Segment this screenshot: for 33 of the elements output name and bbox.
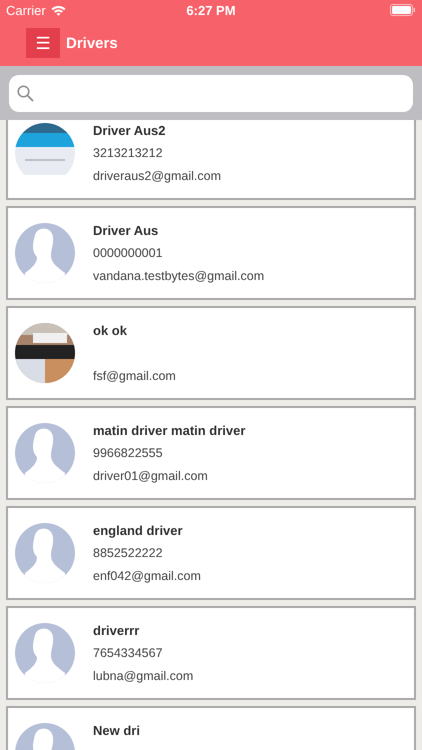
menu-button[interactable]: ☰ bbox=[26, 28, 60, 58]
driver-email: fsf@gmail.com bbox=[93, 368, 176, 385]
driver-card[interactable]: driverrr 7654334567 lubna@gmail.com bbox=[6, 606, 416, 700]
search-field[interactable] bbox=[9, 75, 413, 112]
driver-card[interactable]: New dri bbox=[6, 706, 416, 750]
carrier-label: Carrier bbox=[6, 2, 46, 18]
driver-email: vandana.testbytes@gmail.com bbox=[93, 268, 264, 285]
driver-name: driverrr bbox=[93, 622, 140, 639]
driver-card[interactable]: matin driver matin driver 9966822555 driver01@gmail.com bbox=[6, 406, 416, 500]
driver-email: lubna@gmail.com bbox=[93, 668, 194, 685]
page-title: Drivers bbox=[66, 34, 118, 52]
battery-icon bbox=[390, 4, 416, 16]
driver-name: Driver Aus bbox=[93, 222, 160, 239]
driver-name: england driver bbox=[93, 522, 184, 539]
driver-card[interactable]: Driver Aus 0000000001 vandana.testbytes@gmail.com bbox=[6, 206, 416, 300]
driver-card[interactable]: ok ok fsf@gmail.com bbox=[6, 306, 416, 400]
driver-phone: 8852522222 bbox=[93, 545, 164, 562]
driver-email: enf042@gmail.com bbox=[93, 568, 201, 585]
driver-name: Driver Aus2 bbox=[93, 122, 166, 139]
driver-phone: 3213213212 bbox=[93, 145, 164, 162]
status-time: 6:27 PM bbox=[186, 2, 236, 18]
driver-email: driver01@gmail.com bbox=[93, 468, 209, 485]
driver-email: driveraus2@gmail.com bbox=[93, 168, 222, 185]
driver-name: matin driver matin driver bbox=[93, 422, 246, 439]
driver-card[interactable]: Driver Aus2 3213213212 driveraus2@gmail.com bbox=[6, 120, 416, 200]
driver-name: New dri bbox=[93, 722, 140, 739]
search-icon bbox=[17, 85, 34, 102]
driver-card[interactable]: england driver 8852522222 enf042@gmail.com bbox=[6, 506, 416, 600]
wifi-icon bbox=[50, 4, 66, 16]
driver-name: ok ok bbox=[93, 322, 128, 339]
driver-phone: 7654334567 bbox=[93, 645, 164, 662]
driver-phone: 0000000001 bbox=[93, 245, 164, 262]
driver-phone: 9966822555 bbox=[93, 445, 164, 462]
